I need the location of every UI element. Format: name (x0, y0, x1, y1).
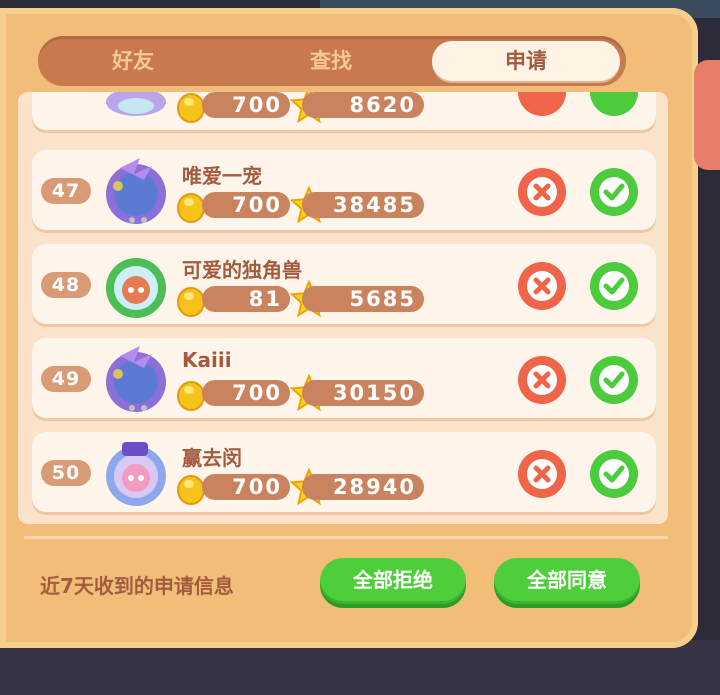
coin-count: 81 (202, 286, 290, 312)
accept-button[interactable] (588, 448, 640, 500)
reject-button[interactable] (516, 92, 568, 118)
divider (24, 536, 668, 539)
request-row: 47 唯爱一宠 700 38485 (32, 150, 656, 230)
coin-count: 700 (202, 380, 290, 406)
request-row: 50 赢去闵 700 28940 (32, 432, 656, 512)
coin-count: 700 (202, 474, 290, 500)
coin-count: 700 (202, 92, 290, 118)
avatar[interactable] (100, 250, 172, 322)
request-row: 700 8620 (32, 92, 656, 130)
player-name: 唯爱一宠 (182, 164, 262, 188)
star-count: 5685 (302, 286, 424, 312)
reject-all-button[interactable]: 全部拒绝 (320, 558, 466, 604)
player-name: 赢去闵 (182, 446, 242, 470)
rank-badge: 50 (41, 460, 91, 486)
avatar (106, 92, 166, 116)
rank-badge: 49 (41, 366, 91, 392)
star-count: 28940 (302, 474, 424, 500)
star-count: 30150 (302, 380, 424, 406)
player-name: 可爱的独角兽 (182, 258, 302, 282)
request-row: 49 Kaiii 700 30150 (32, 338, 656, 418)
star-count: 38485 (302, 192, 424, 218)
accept-button[interactable] (588, 354, 640, 406)
tab-friends[interactable]: 好友 (68, 36, 198, 86)
rank-badge: 48 (41, 272, 91, 298)
side-tab[interactable] (694, 60, 720, 170)
reject-button[interactable] (516, 448, 568, 500)
tab-requests[interactable]: 申请 (432, 41, 620, 81)
accept-button[interactable] (588, 92, 640, 118)
accept-button[interactable] (588, 166, 640, 218)
request-row: 48 可爱的独角兽 81 5685 (32, 244, 656, 324)
avatar[interactable] (100, 344, 172, 416)
request-info-text: 近7天收到的申请信息 (40, 574, 234, 598)
tab-search[interactable]: 查找 (266, 36, 396, 86)
reject-button[interactable] (516, 260, 568, 312)
reject-button[interactable] (516, 354, 568, 406)
reject-button[interactable] (516, 166, 568, 218)
accept-all-button[interactable]: 全部同意 (494, 558, 640, 604)
player-name: Kaiii (182, 348, 232, 372)
coin-count: 700 (202, 192, 290, 218)
accept-button[interactable] (588, 260, 640, 312)
rank-badge: 47 (41, 178, 91, 204)
request-list[interactable]: 700 8620 47 唯爱一宠 700 38485 48 可爱的独角兽 81 … (18, 92, 668, 524)
avatar[interactable] (100, 438, 172, 510)
background-bottom (0, 640, 720, 695)
avatar[interactable] (100, 156, 172, 228)
tab-bar: 好友 查找 申请 (38, 36, 626, 86)
star-count: 8620 (302, 92, 424, 118)
